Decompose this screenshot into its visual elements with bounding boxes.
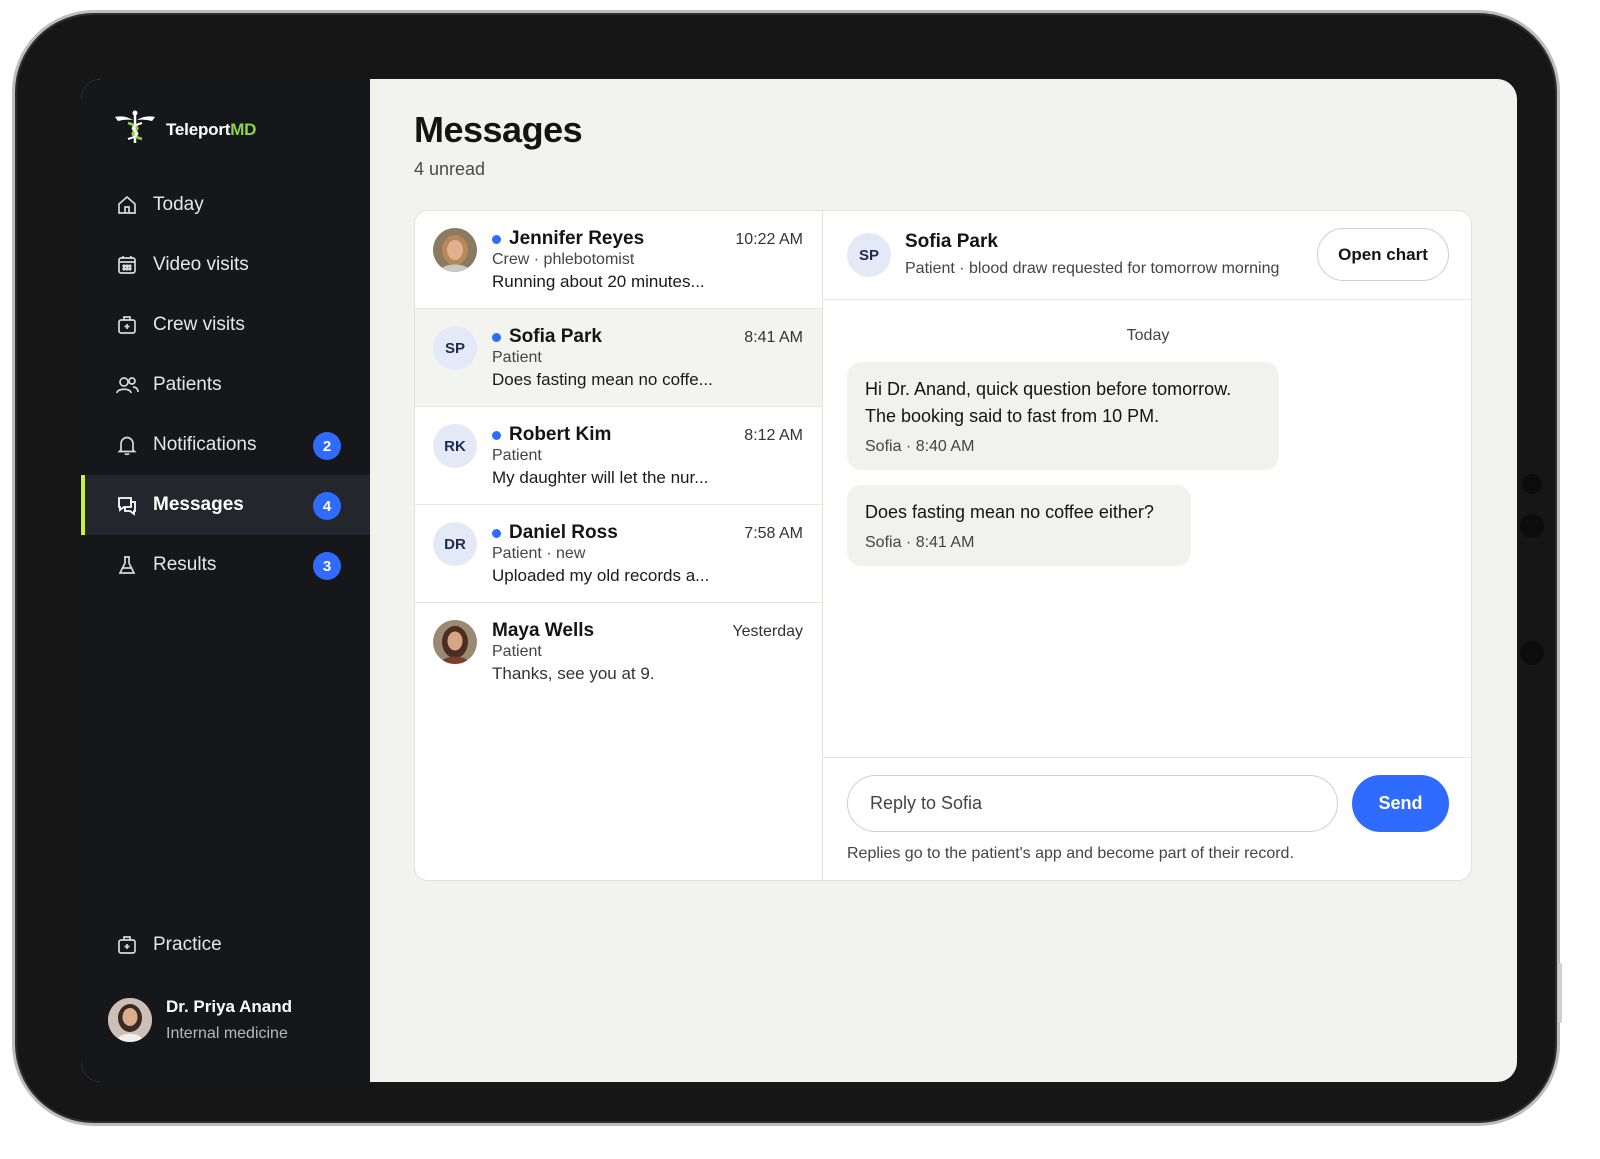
unread-dot <box>492 528 501 538</box>
open-chart-button[interactable]: Open chart <box>1317 228 1449 281</box>
notifications-badge: 2 <box>313 432 341 460</box>
sidebar-item-video-visits[interactable]: Video visits <box>81 235 370 295</box>
sidebar-item-label: Notifications <box>153 434 257 455</box>
conversation-name: Sofia Park <box>492 326 602 348</box>
conversation-preview: Uploaded my old records a... <box>492 566 710 585</box>
avatar-initials: SP <box>433 326 477 370</box>
main-content: Messages 4 unread Jennifer Reyes 10:22 A… <box>370 79 1517 1082</box>
sidebar-item-label: Video visits <box>153 254 249 275</box>
send-button[interactable]: Send <box>1352 775 1449 832</box>
day-divider: Today <box>1126 327 1170 344</box>
conversation-role: Patient <box>492 447 542 464</box>
conversation-time: Yesterday <box>732 623 803 640</box>
sidebar-item-messages[interactable]: Messages 4 <box>81 475 370 535</box>
results-badge: 3 <box>313 552 341 580</box>
sidebar-item-label: Practice <box>153 934 222 955</box>
message-text: Hi Dr. Anand, quick question before tomo… <box>865 379 1232 426</box>
sidebar-item-crew-visits[interactable]: Crew visits <box>81 295 370 355</box>
sidebar-nav: Today Video visits Crew visits Patients … <box>81 175 370 595</box>
avatar-initials: RK <box>433 424 477 468</box>
reply-composer: Send Replies go to the patient's app and… <box>823 757 1471 880</box>
avatar <box>433 620 477 664</box>
camera-lens <box>1520 514 1544 538</box>
reply-input[interactable] <box>847 775 1338 832</box>
medical-bag-icon <box>115 313 139 337</box>
message-thread: SP Sofia Park Patient · blood draw reque… <box>823 211 1471 880</box>
users-icon <box>115 373 139 397</box>
message-bubble: Hi Dr. Anand, quick question before tomo… <box>847 362 1279 470</box>
conversation-name: Daniel Ross <box>492 522 618 544</box>
screen: TeleportMD Today Video visits Crew visit… <box>81 79 1517 1082</box>
conversation-item-selected[interactable]: SP Sofia Park 8:41 AM Patient Does fasti… <box>415 309 822 407</box>
page-title: Messages <box>414 109 583 150</box>
app-logo[interactable]: TeleportMD <box>112 109 256 150</box>
avatar <box>108 998 152 1042</box>
conversation-list: Jennifer Reyes 10:22 AM Crew · phlebotom… <box>415 211 823 880</box>
bell-icon <box>115 433 139 457</box>
tablet-frame: TeleportMD Today Video visits Crew visit… <box>12 10 1562 1126</box>
sidebar-practice: Practice <box>81 915 370 975</box>
avatar <box>433 228 477 272</box>
flask-icon <box>115 553 139 577</box>
conversation-item[interactable]: RK Robert Kim 8:12 AM Patient My daughte… <box>415 407 822 505</box>
conversation-item[interactable]: Maya Wells Yesterday Patient Thanks, see… <box>415 603 822 701</box>
message-meta: Sofia · 8:40 AM <box>865 438 975 455</box>
messages-panel: Jennifer Reyes 10:22 AM Crew · phlebotom… <box>414 210 1472 881</box>
sidebar-item-label: Patients <box>153 374 222 395</box>
sidebar: TeleportMD Today Video visits Crew visit… <box>81 79 370 1082</box>
sidebar-item-practice[interactable]: Practice <box>81 915 370 975</box>
sensor-dot <box>1522 474 1542 494</box>
calendar-icon <box>115 253 139 277</box>
sidebar-item-label: Results <box>153 554 217 575</box>
sidebar-item-label: Crew visits <box>153 314 245 335</box>
message-meta: Sofia · 8:41 AM <box>865 534 975 551</box>
messages-badge: 4 <box>313 492 341 520</box>
unread-dot <box>492 430 501 440</box>
unread-dot <box>492 332 501 342</box>
message-text: Does fasting mean no coffee either? <box>865 502 1154 522</box>
sidebar-item-patients[interactable]: Patients <box>81 355 370 415</box>
chat-icon <box>115 493 139 517</box>
conversation-name: Maya Wells <box>492 620 595 641</box>
conversation-role: Patient · new <box>492 545 586 562</box>
user-profile[interactable]: Dr. Priya Anand Internal medicine <box>108 997 292 1043</box>
sensor-dot <box>1520 641 1544 665</box>
conversation-time: 10:22 AM <box>735 231 803 248</box>
conversation-role: Crew · phlebotomist <box>492 251 635 268</box>
conversation-role: Patient <box>492 643 542 660</box>
conversation-preview: My daughter will let the nur... <box>492 468 709 487</box>
conversation-preview: Thanks, see you at 9. <box>492 664 655 683</box>
unread-count: 4 unread <box>414 159 486 179</box>
conversation-preview: Running about 20 minutes... <box>492 272 705 291</box>
conversation-name: Jennifer Reyes <box>492 228 644 250</box>
conversation-time: 7:58 AM <box>744 525 803 542</box>
avatar-initials: SP <box>847 233 891 277</box>
profile-role: Internal medicine <box>166 1025 288 1042</box>
avatar-initials: DR <box>433 522 477 566</box>
app-name: TeleportMD <box>166 119 257 139</box>
unread-dot <box>492 234 501 244</box>
conversation-role: Patient <box>492 349 542 366</box>
caduceus-icon <box>112 109 158 150</box>
sidebar-item-today[interactable]: Today <box>81 175 370 235</box>
thread-contact-name: Sofia Park <box>905 231 998 252</box>
home-icon <box>115 193 139 217</box>
thread-header: SP Sofia Park Patient · blood draw reque… <box>823 211 1471 300</box>
side-button <box>1558 963 1562 1023</box>
reply-hint: Replies go to the patient's app and beco… <box>847 845 1294 862</box>
sidebar-item-notifications[interactable]: Notifications 2 <box>81 415 370 475</box>
conversation-preview: Does fasting mean no coffe... <box>492 370 713 389</box>
conversation-time: 8:41 AM <box>744 329 803 346</box>
sidebar-item-label: Today <box>153 194 204 215</box>
conversation-item[interactable]: Jennifer Reyes 10:22 AM Crew · phlebotom… <box>415 211 822 309</box>
sidebar-item-results[interactable]: Results 3 <box>81 535 370 595</box>
thread-contact-subtitle: Patient · blood draw requested for tomor… <box>905 260 1280 277</box>
profile-name: Dr. Priya Anand <box>166 997 292 1016</box>
medical-bag-icon <box>115 933 139 957</box>
conversation-time: 8:12 AM <box>744 427 803 444</box>
message-bubble: Does fasting mean no coffee either? Sofi… <box>847 485 1191 566</box>
conversation-item[interactable]: DR Daniel Ross 7:58 AM Patient · new Upl… <box>415 505 822 603</box>
sidebar-item-label: Messages <box>153 494 244 515</box>
conversation-name: Robert Kim <box>492 424 611 446</box>
